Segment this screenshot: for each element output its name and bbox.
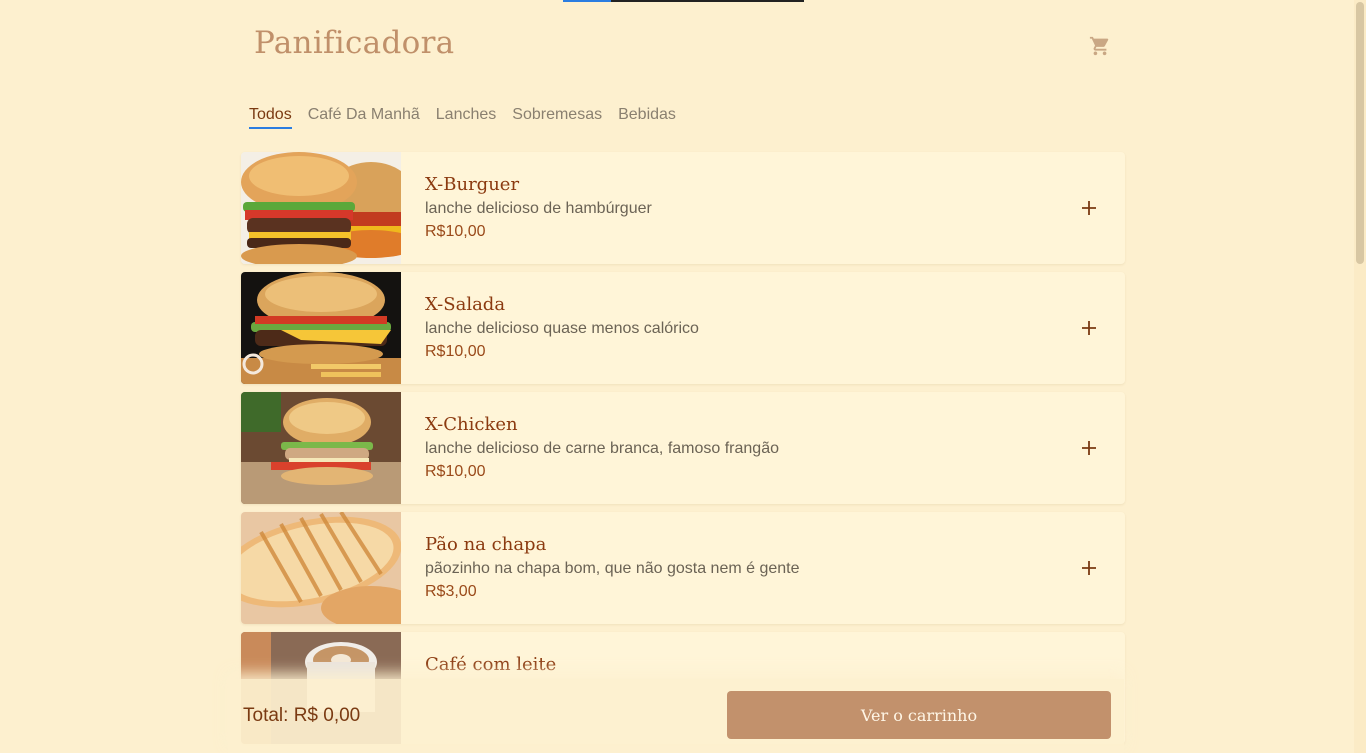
cart-total: Total: R$ 0,00 <box>243 705 361 726</box>
product-price: R$10,00 <box>425 223 486 240</box>
toast-photo <box>241 512 401 624</box>
product-name: Pão na chapa <box>425 534 547 555</box>
plus-icon <box>1082 201 1096 215</box>
product-list: X-Burguer lanche delicioso de hambúrguer… <box>241 152 1125 752</box>
add-to-cart-button[interactable] <box>1077 196 1101 220</box>
brand-title: Panificadora <box>254 25 455 61</box>
scrollbar-thumb[interactable] <box>1356 2 1364 264</box>
product-description: lanche delicioso quase menos calórico <box>425 320 699 337</box>
product-name: X-Burguer <box>425 174 520 195</box>
product-description: lanche delicioso de hambúrguer <box>425 200 652 217</box>
cart-footer: Total: R$ 0,00 Ver o carrinho <box>228 679 1124 753</box>
salad-burger-photo <box>241 272 401 384</box>
cart-icon <box>1089 36 1109 56</box>
tab-cafe-da-manha[interactable]: Café Da Manhã <box>308 106 420 129</box>
tab-todos[interactable]: Todos <box>249 106 292 129</box>
product-card[interactable]: X-Salada lanche delicioso quase menos ca… <box>241 272 1125 384</box>
tab-sobremesas[interactable]: Sobremesas <box>512 106 602 129</box>
product-name: Café com leite <box>425 654 557 675</box>
product-description: pãozinho na chapa bom, que não gosta nem… <box>425 560 800 577</box>
header: Panificadora <box>241 0 1125 90</box>
plus-icon <box>1082 441 1096 455</box>
tab-lanches[interactable]: Lanches <box>436 106 497 129</box>
product-price: R$10,00 <box>425 343 486 360</box>
cart-button[interactable] <box>1087 33 1113 59</box>
app-container: Panificadora Todos Café Da Manhã Lanches… <box>241 0 1125 753</box>
product-description: lanche delicioso de carne branca, famoso… <box>425 440 779 457</box>
plus-icon <box>1082 561 1096 575</box>
add-to-cart-button[interactable] <box>1077 316 1101 340</box>
product-card[interactable]: X-Burguer lanche delicioso de hambúrguer… <box>241 152 1125 264</box>
product-card[interactable]: Pão na chapa pãozinho na chapa bom, que … <box>241 512 1125 624</box>
product-price: R$10,00 <box>425 463 486 480</box>
chicken-burger-photo <box>241 392 401 504</box>
view-cart-button[interactable]: Ver o carrinho <box>727 691 1111 739</box>
category-tabs: Todos Café Da Manhã Lanches Sobremesas B… <box>249 106 676 129</box>
plus-icon <box>1082 321 1096 335</box>
burger-photo <box>241 152 401 264</box>
scrollbar[interactable] <box>1354 0 1366 753</box>
tab-bebidas[interactable]: Bebidas <box>618 106 676 129</box>
product-name: X-Salada <box>425 294 506 315</box>
product-card[interactable]: X-Chicken lanche delicioso de carne bran… <box>241 392 1125 504</box>
product-price: R$3,00 <box>425 583 477 600</box>
add-to-cart-button[interactable] <box>1077 436 1101 460</box>
product-name: X-Chicken <box>425 414 518 435</box>
add-to-cart-button[interactable] <box>1077 556 1101 580</box>
